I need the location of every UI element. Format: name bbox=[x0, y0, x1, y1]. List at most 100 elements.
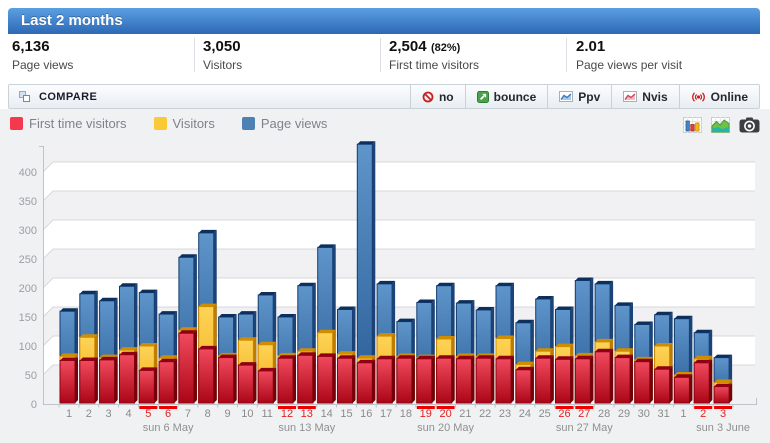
chart-legend: First time visitors Visitors Page views bbox=[10, 116, 354, 131]
bars-day-23[interactable] bbox=[495, 282, 514, 404]
bounce-button[interactable]: bounce bbox=[464, 85, 548, 108]
svg-text:12: 12 bbox=[281, 408, 293, 420]
bars-day-4[interactable] bbox=[119, 283, 138, 404]
bars-day-9[interactable] bbox=[218, 314, 237, 404]
svg-text:50: 50 bbox=[25, 370, 37, 382]
bars-day-12[interactable] bbox=[277, 314, 296, 404]
bars-day-15[interactable] bbox=[337, 306, 356, 404]
svg-text:sun 13 May: sun 13 May bbox=[278, 422, 335, 434]
svg-text:19: 19 bbox=[420, 408, 432, 420]
svg-text:5: 5 bbox=[145, 408, 151, 420]
legend-swatch-yellow bbox=[153, 117, 167, 130]
svg-text:2: 2 bbox=[700, 408, 706, 420]
bars-day-6[interactable] bbox=[158, 311, 178, 404]
bars-day-31[interactable] bbox=[654, 311, 673, 404]
svg-text:sun 6 May: sun 6 May bbox=[143, 422, 194, 434]
svg-text:200: 200 bbox=[19, 283, 37, 295]
online-button[interactable]: Online bbox=[678, 85, 759, 108]
legend-label: Visitors bbox=[172, 116, 215, 131]
stat-label: Page views per visit bbox=[576, 58, 683, 72]
bars-day-27[interactable] bbox=[574, 277, 594, 404]
svg-text:10: 10 bbox=[241, 408, 253, 420]
chart-view-toggles bbox=[683, 117, 760, 133]
divider bbox=[566, 38, 567, 72]
bars-day-13[interactable] bbox=[297, 282, 316, 404]
svg-text:1: 1 bbox=[680, 408, 686, 420]
svg-text:20: 20 bbox=[439, 408, 451, 420]
nvis-button[interactable]: Nvis bbox=[611, 85, 678, 108]
legend-swatch-blue bbox=[241, 117, 255, 130]
bars-day-8[interactable] bbox=[198, 229, 217, 404]
bars-day-16[interactable] bbox=[356, 141, 376, 404]
divider bbox=[380, 38, 381, 72]
svg-text:sun 20 May: sun 20 May bbox=[417, 422, 474, 434]
svg-text:16: 16 bbox=[360, 408, 372, 420]
compare-label: COMPARE bbox=[39, 90, 98, 103]
bar-chart-icon[interactable] bbox=[683, 117, 702, 133]
svg-text:3: 3 bbox=[106, 408, 112, 420]
svg-text:sun 27 May: sun 27 May bbox=[556, 422, 613, 434]
divider bbox=[194, 38, 195, 72]
bars-day-25[interactable] bbox=[535, 296, 554, 404]
bars-day-3[interactable] bbox=[713, 354, 733, 404]
bars-day-5[interactable] bbox=[138, 289, 158, 404]
bounce-icon bbox=[476, 90, 489, 103]
stat-value: 2,504 bbox=[389, 38, 427, 55]
stat-page-views-per-visit: 2.01 Page views per visit bbox=[576, 38, 682, 72]
no-filter-button[interactable]: no bbox=[409, 85, 465, 108]
camera-icon[interactable] bbox=[739, 117, 760, 133]
svg-text:4: 4 bbox=[125, 408, 131, 420]
svg-text:100: 100 bbox=[19, 341, 37, 353]
bars-day-7[interactable] bbox=[178, 254, 197, 404]
ppv-button[interactable]: Ppv bbox=[547, 85, 611, 108]
stat-page-views: 6,136 Page views bbox=[12, 38, 73, 72]
bars-day-10[interactable] bbox=[237, 311, 257, 404]
bars-day-26[interactable] bbox=[555, 306, 574, 404]
bars-day-11[interactable] bbox=[257, 292, 277, 404]
bars-day-3[interactable] bbox=[99, 297, 118, 404]
svg-text:6: 6 bbox=[165, 408, 171, 420]
svg-text:9: 9 bbox=[225, 408, 231, 420]
button-label: Online bbox=[710, 89, 748, 104]
stat-value: 3,050 bbox=[203, 38, 241, 55]
nvis-chart-icon bbox=[623, 91, 638, 102]
date-range-title: Last 2 months bbox=[21, 12, 123, 29]
svg-text:11: 11 bbox=[261, 408, 272, 420]
compare-toolbar: COMPARE no bounce Ppv Nvis Online bbox=[8, 84, 760, 109]
svg-text:0: 0 bbox=[31, 399, 37, 411]
svg-text:17: 17 bbox=[380, 408, 392, 420]
bars-day-19[interactable] bbox=[416, 299, 435, 404]
svg-text:27: 27 bbox=[578, 408, 590, 420]
x-axis-labels: 1 2 3 4 5 6 7 8 9 10 11 12 13 14 15 16 17 18 19 20 21 22 23 24 2… bbox=[66, 408, 750, 434]
bars-day-21[interactable] bbox=[455, 300, 475, 404]
bars-day-1[interactable] bbox=[59, 308, 78, 404]
chart-canvas: 0501001502002503003504001 2 3 4 5 6 7 8 9 10 11 12 1… bbox=[19, 141, 757, 434]
bars-day-28[interactable] bbox=[594, 280, 614, 404]
svg-text:18: 18 bbox=[400, 408, 412, 420]
svg-text:30: 30 bbox=[638, 408, 650, 420]
svg-text:26: 26 bbox=[558, 408, 570, 420]
button-label: bounce bbox=[493, 89, 537, 104]
bars-day-2[interactable] bbox=[79, 290, 98, 404]
bars-day-30[interactable] bbox=[634, 321, 653, 404]
bars-day-22[interactable] bbox=[475, 307, 495, 404]
bars-day-24[interactable] bbox=[515, 319, 534, 404]
bars-day-14[interactable] bbox=[317, 244, 336, 404]
bars-day-18[interactable] bbox=[396, 318, 415, 404]
svg-text:8: 8 bbox=[205, 408, 211, 420]
stat-first-time-visitors: 2,504 (82%) First time visitors bbox=[389, 38, 479, 72]
compare-toggle[interactable]: COMPARE bbox=[9, 90, 410, 103]
area-chart-icon[interactable] bbox=[711, 117, 730, 133]
bars-day-20[interactable] bbox=[436, 282, 455, 404]
svg-text:150: 150 bbox=[19, 312, 37, 324]
svg-text:7: 7 bbox=[185, 408, 191, 420]
bars-day-29[interactable] bbox=[614, 302, 633, 404]
online-icon bbox=[691, 92, 705, 101]
svg-text:1: 1 bbox=[66, 408, 72, 420]
bars-day-2[interactable] bbox=[693, 329, 713, 404]
bars-day-17[interactable] bbox=[376, 280, 396, 404]
bars-day-1[interactable] bbox=[673, 315, 693, 404]
button-label: Ppv bbox=[578, 89, 601, 104]
svg-text:29: 29 bbox=[618, 408, 630, 420]
legend-label: Page views bbox=[260, 116, 328, 131]
